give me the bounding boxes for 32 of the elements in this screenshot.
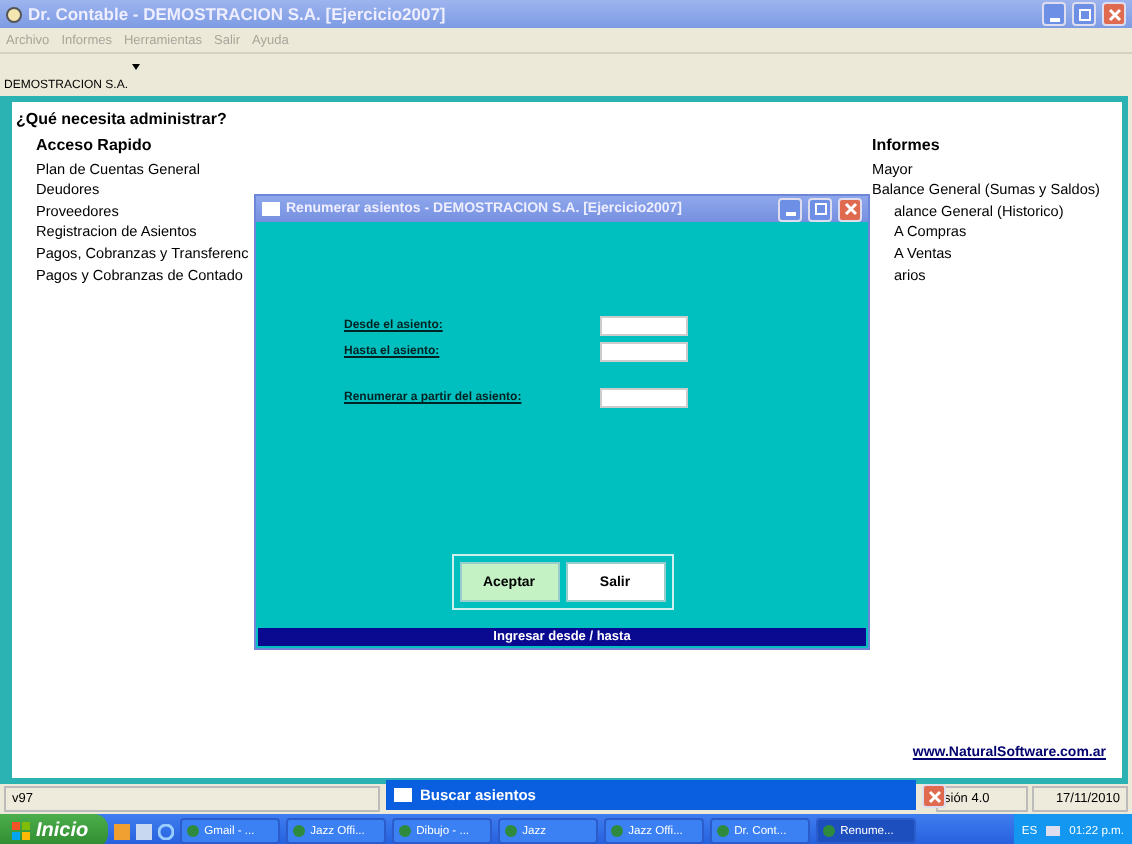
window-icon [394, 788, 412, 802]
close-icon [843, 202, 857, 216]
input-field[interactable] [600, 342, 688, 362]
app-icon [398, 824, 413, 838]
maximize-icon [1077, 7, 1091, 21]
app-icon [716, 824, 731, 838]
app-icon [504, 824, 519, 838]
window-title: Dr. Contable - DEMOSTRACION S.A. [Ejercicio2007] [28, 4, 448, 24]
app-icon [186, 824, 201, 838]
section-heading: ¿Qué necesita administrar? [14, 108, 229, 128]
input-field[interactable] [600, 316, 688, 336]
minimize-button[interactable] [778, 197, 802, 221]
maximize-button[interactable] [1072, 2, 1096, 26]
close-button[interactable] [838, 197, 862, 221]
column-heading: Acceso Rapido [36, 136, 154, 158]
window-icon [262, 202, 280, 216]
close-icon [927, 789, 941, 803]
app-icon [610, 824, 625, 838]
caret-icon[interactable] [132, 64, 141, 70]
app-icon [6, 5, 22, 23]
close-button[interactable] [1102, 2, 1126, 26]
column-heading: Informes [872, 136, 942, 158]
input-field[interactable] [600, 388, 688, 408]
close-button[interactable] [922, 784, 946, 808]
browser-icon[interactable] [158, 823, 175, 839]
close-icon [1107, 7, 1121, 21]
maximize-icon [813, 202, 827, 216]
flag-icon [12, 822, 30, 840]
app-icon [822, 824, 837, 838]
minimize-button[interactable] [1042, 2, 1066, 26]
app-icon [292, 824, 307, 838]
maximize-button[interactable] [808, 197, 832, 221]
